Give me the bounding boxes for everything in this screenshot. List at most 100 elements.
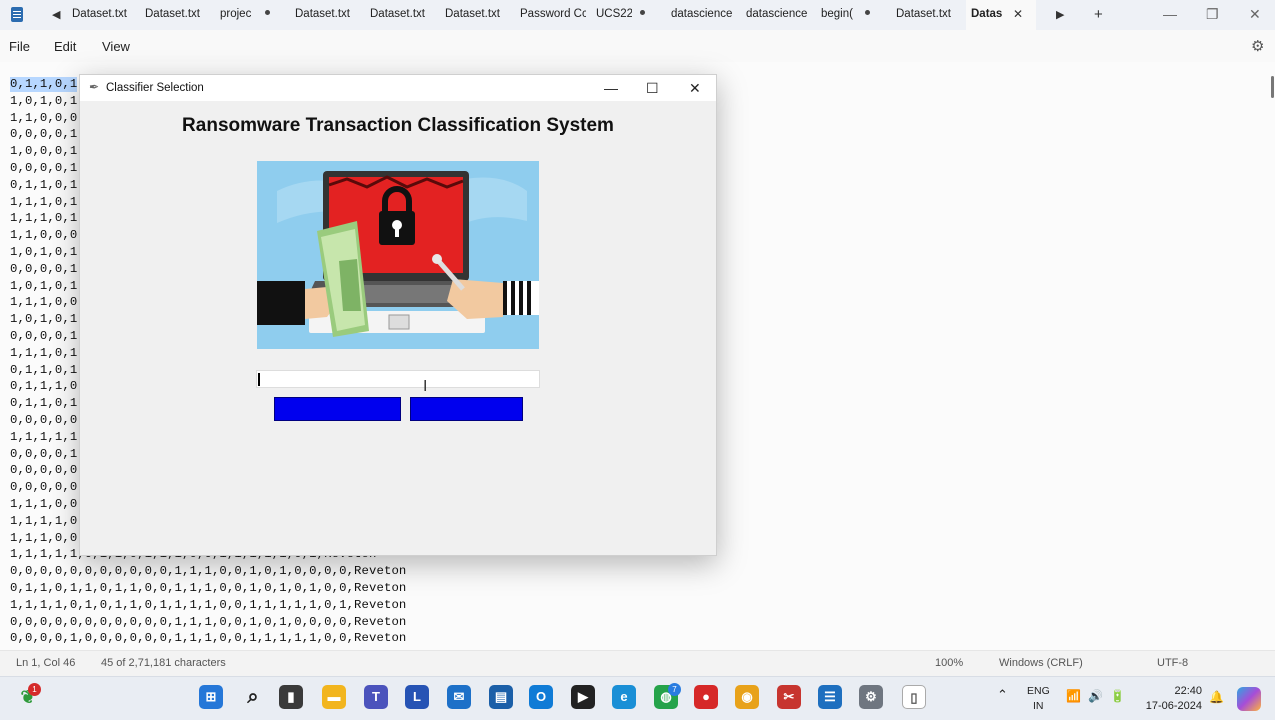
mouse-ibeam-cursor: Ι (423, 377, 428, 395)
restore-window-button[interactable]: ❐ (1206, 6, 1219, 23)
menu-view[interactable]: View (102, 39, 130, 54)
editor-line: 1,0,0,0,1 (10, 144, 78, 159)
text-cursor (258, 373, 260, 386)
unsaved-dot-icon (640, 10, 645, 15)
dialog-maximize-button[interactable]: ☐ (646, 80, 659, 97)
editor-line: 1,0,1,0,1 (10, 312, 78, 327)
editor-line: 1,1,0,0,0 (10, 228, 78, 243)
outlook-icon[interactable]: O (529, 685, 553, 709)
new-tab-button[interactable]: + (1094, 6, 1103, 23)
editor-line: 0,1,1,0,1 (10, 77, 78, 91)
ransomware-illustration (257, 161, 539, 349)
tab-dataset-1[interactable]: Dataset.txt (72, 8, 128, 20)
tab-bar: ◀ Dataset.txt Dataset.txt projec Dataset… (0, 0, 1275, 30)
cursor-position: Ln 1, Col 46 (16, 657, 76, 669)
minimize-window-button[interactable]: — (1163, 6, 1177, 22)
editor-line: 1,1,1,1,1 (10, 429, 78, 444)
wifi-icon[interactable]: 📶 (1066, 689, 1081, 703)
tab-ucs22[interactable]: UCS22 (596, 8, 632, 20)
tab-datascience-1[interactable]: datascience (671, 8, 733, 20)
language-indicator[interactable]: ENG (1027, 685, 1050, 697)
clock-date[interactable]: 17-06-2024 (1142, 700, 1202, 712)
editor-line: 0,0,0,0,1 (10, 329, 78, 343)
feather-icon: ✒ (89, 80, 100, 94)
unsaved-dot-icon (265, 10, 270, 15)
menu-edit[interactable]: Edit (54, 39, 76, 54)
menu-file[interactable]: File (9, 39, 30, 54)
editor-line: 0,0,0,0,0 (10, 413, 78, 427)
chevron-up-icon[interactable]: ⌃ (997, 687, 1008, 703)
language-region[interactable]: IN (1033, 700, 1044, 712)
l-app-icon[interactable]: L (405, 685, 429, 709)
editor-line: 0,1,1,0,1,1,0,1,1,0,0,1,1,1,0,0,1,0,1,0,… (10, 581, 407, 595)
editor-line: 1,0,1,0,1 (10, 93, 78, 108)
character-count: 45 of 2,71,181 characters (101, 657, 226, 669)
line-ending[interactable]: Windows (CRLF) (999, 657, 1083, 669)
scroll-tabs-left-button[interactable]: ◀ (52, 8, 60, 21)
input-field[interactable] (256, 370, 540, 388)
notepad-icon[interactable]: ☰ (818, 685, 842, 709)
settings-icon[interactable]: ⚙ (859, 685, 883, 709)
tab-dataset-5[interactable]: Dataset.txt (445, 8, 505, 20)
dialog-title-bar[interactable]: ✒ Classifier Selection — ☐ ✕ (80, 75, 716, 101)
edge-icon[interactable]: e (612, 685, 636, 709)
tab-dataset-3[interactable]: Dataset.txt (295, 8, 355, 20)
scrollbar[interactable] (1271, 76, 1274, 98)
bell-icon[interactable]: 🔔 (1209, 690, 1224, 704)
tab-begin[interactable]: begin( (821, 8, 855, 20)
copilot-icon[interactable] (1237, 687, 1261, 711)
notepad-document-icon[interactable]: ▯ (902, 685, 926, 709)
file-explorer-icon[interactable]: ▬ (322, 685, 346, 709)
editor-line: 0,0,0,0,1 (10, 446, 78, 461)
chrome-icon[interactable]: ◉ (735, 685, 759, 709)
tab-datas-active[interactable]: Datas (971, 8, 1005, 20)
dialog-close-button[interactable]: ✕ (689, 80, 701, 97)
dialog-heading: Ransomware Transaction Classification Sy… (182, 115, 614, 136)
editor-line: 1,1,1,1,0 (10, 513, 78, 528)
editor-line: 0,0,0,0,1 (10, 161, 78, 175)
news-icon[interactable]: ▤ (489, 685, 513, 709)
dialog-minimize-button[interactable]: — (604, 80, 618, 96)
dialog-title: Classifier Selection (106, 82, 204, 94)
tab-datascience-2[interactable]: datascience (746, 8, 808, 20)
task-view-icon[interactable]: ▮ (279, 685, 303, 709)
gear-icon[interactable]: ⚙ (1251, 37, 1264, 55)
editor-line: 1,1,1,0,1 (10, 211, 78, 226)
editor-line: 1,0,1,0,1 (10, 278, 78, 293)
editor-line: 0,1,1,0,1 (10, 396, 78, 411)
notepad-app-icon (11, 7, 23, 22)
recorder-icon[interactable]: ● (694, 685, 718, 709)
media-player-icon[interactable]: ▶ (571, 685, 595, 709)
start-icon[interactable]: ⊞ (199, 685, 223, 709)
zoom-level[interactable]: 100% (935, 657, 963, 669)
editor-line: 1,1,1,0,1 (10, 194, 78, 209)
tab-dataset-4[interactable]: Dataset.txt (370, 8, 430, 20)
snip-icon[interactable]: ✂ (777, 685, 801, 709)
search-icon[interactable]: ⌕ (241, 685, 265, 709)
editor-line: 0,0,0,0,0,0,0,0,0,0,0,1,1,1,0,0,1,0,1,0,… (10, 614, 407, 629)
editor-line: 1,1,1,0,0 (10, 530, 78, 545)
editor-line: 1,1,1,1,0,1,0,1,1,0,1,1,1,1,0,0,1,1,1,1,… (10, 597, 407, 612)
classifier-button-1[interactable] (274, 397, 401, 421)
volume-icon[interactable]: 🔊 (1088, 689, 1103, 703)
tab-dataset-2[interactable]: Dataset.txt (145, 8, 205, 20)
editor-line: 0,1,1,0,1 (10, 362, 78, 377)
battery-icon[interactable]: 🔋 (1110, 689, 1125, 703)
notification-badge: 1 (28, 683, 41, 696)
editor-line: 1,1,0,0,0 (10, 110, 78, 125)
clock-time[interactable]: 22:40 (1174, 685, 1202, 697)
scroll-tabs-right-button[interactable]: ▶ (1056, 8, 1064, 21)
tab-dataset-6[interactable]: Dataset.txt (896, 8, 956, 20)
teams-icon[interactable]: T (364, 685, 388, 709)
tab-password[interactable]: Password Cc (520, 8, 586, 20)
close-window-button[interactable]: ✕ (1249, 6, 1261, 23)
encoding[interactable]: UTF-8 (1157, 657, 1188, 669)
close-tab-icon[interactable]: ✕ (1013, 7, 1023, 21)
tab-projec[interactable]: projec (220, 8, 256, 20)
classifier-button-2[interactable] (410, 397, 523, 421)
editor-line: 0,0,0,0,1,0,0,0,0,0,0,1,1,1,0,0,1,1,1,1,… (10, 631, 407, 646)
taskbar (0, 676, 1275, 720)
unsaved-dot-icon (865, 10, 870, 15)
editor-line: 0,1,1,1,0 (10, 379, 78, 394)
mail-icon[interactable]: ✉ (447, 685, 471, 709)
